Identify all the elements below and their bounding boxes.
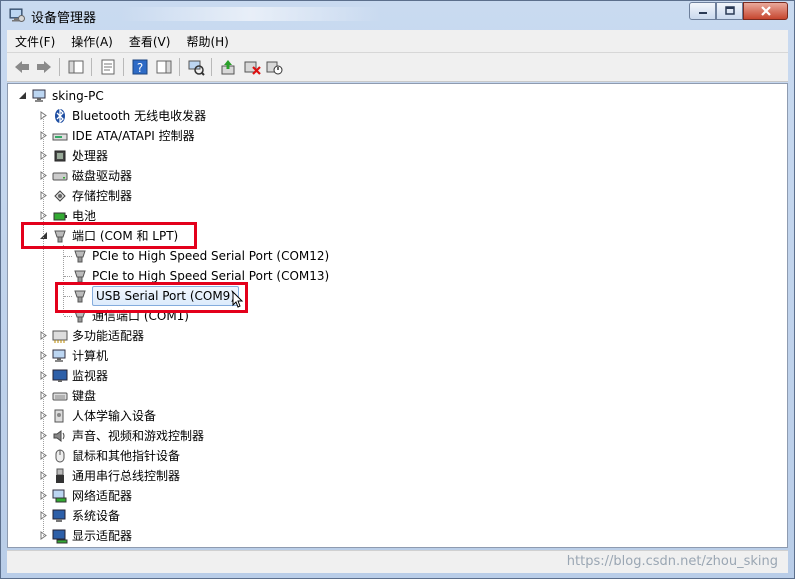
tree-connector-line bbox=[64, 316, 72, 318]
network-adapter-icon bbox=[52, 489, 67, 503]
processor-icon bbox=[54, 150, 66, 162]
window-title: 设备管理器 bbox=[31, 11, 97, 26]
tree-node-label: 磁盘驱动器 bbox=[72, 169, 133, 183]
menu-help[interactable]: 帮助(H) bbox=[178, 33, 236, 50]
tree-category[interactable]: 声音、视频和游戏控制器 bbox=[52, 427, 204, 445]
tree-node-label: 鼠标和其他指针设备 bbox=[72, 449, 181, 463]
tree-node-label: 声音、视频和游戏控制器 bbox=[72, 429, 205, 443]
tree-root-computer[interactable]: sking-PC bbox=[32, 87, 104, 105]
tree-node-label: 多功能适配器 bbox=[72, 329, 145, 343]
tree-category[interactable]: 系统设备 bbox=[52, 507, 120, 525]
device-manager-window: 设备管理器 文件(F) 操作(A) 查看(V) 帮助(H) ? sking-PC… bbox=[0, 0, 795, 579]
highlight-box-usb-serial-port bbox=[55, 282, 248, 313]
toolbar: ? bbox=[7, 53, 788, 82]
tree-connector-line bbox=[64, 276, 72, 278]
tree-category[interactable]: 键盘 bbox=[52, 387, 96, 405]
system-device-icon bbox=[52, 509, 66, 522]
tree-node-label: 系统设备 bbox=[72, 509, 121, 523]
toolbar-separator bbox=[211, 58, 212, 76]
sound-icon bbox=[53, 430, 65, 442]
scan-hardware-icon[interactable] bbox=[187, 58, 205, 76]
port-icon bbox=[74, 250, 86, 263]
tree-device[interactable]: PCIe to High Speed Serial Port (COM12) bbox=[72, 247, 329, 265]
tree-node-label: 键盘 bbox=[72, 389, 97, 403]
tree-node-label: 人体学输入设备 bbox=[72, 409, 157, 423]
usb-controller-icon bbox=[56, 468, 64, 483]
menu-file[interactable]: 文件(F) bbox=[7, 33, 63, 50]
tree-category[interactable]: 通用串行总线控制器 bbox=[52, 467, 180, 485]
back-arrow-icon[interactable] bbox=[13, 58, 31, 76]
show-hide-console-tree-icon[interactable] bbox=[67, 58, 85, 76]
blurred-title-region bbox=[121, 7, 381, 21]
tree-category[interactable]: 计算机 bbox=[52, 347, 108, 365]
tree-category[interactable]: IDE ATA/ATAPI 控制器 bbox=[52, 127, 195, 145]
maximize-icon bbox=[724, 6, 735, 15]
disk-drive-icon bbox=[52, 172, 68, 181]
action-pane-icon[interactable] bbox=[155, 58, 173, 76]
update-driver-icon[interactable] bbox=[219, 58, 237, 76]
highlight-box-ports-category bbox=[21, 222, 197, 249]
close-button[interactable] bbox=[743, 2, 788, 20]
device-tree-pane[interactable]: sking-PC Bluetooth 无线电收发器 IDE ATA/ATAPI 控制… bbox=[7, 83, 788, 548]
tree-node-label: PCIe to High Speed Serial Port (COM12) bbox=[92, 249, 330, 263]
tree-connector-line bbox=[64, 256, 72, 258]
toolbar-separator bbox=[59, 58, 60, 76]
tree-category[interactable]: 显示适配器 bbox=[52, 527, 132, 545]
bluetooth-icon bbox=[55, 108, 65, 124]
storage-controller-icon bbox=[54, 190, 66, 202]
tree-node-label: IDE ATA/ATAPI 控制器 bbox=[72, 129, 195, 143]
tree-category[interactable]: 磁盘驱动器 bbox=[52, 167, 132, 185]
menu-view[interactable]: 查看(V) bbox=[121, 33, 179, 50]
hid-icon bbox=[54, 409, 64, 423]
tree-node-label: 计算机 bbox=[72, 349, 109, 363]
watermark-text: https://blog.csdn.net/zhou_sking bbox=[566, 554, 778, 569]
tree-category[interactable]: 处理器 bbox=[52, 147, 108, 165]
mouse-icon bbox=[55, 449, 65, 463]
tree-category[interactable]: 鼠标和其他指针设备 bbox=[52, 447, 180, 465]
keyboard-icon bbox=[52, 392, 68, 401]
ide-controller-icon bbox=[52, 133, 68, 141]
tree-category[interactable]: Bluetooth 无线电收发器 bbox=[52, 107, 206, 125]
minimize-button[interactable] bbox=[689, 2, 716, 20]
mouse-cursor-icon bbox=[232, 291, 244, 308]
uninstall-device-icon[interactable] bbox=[243, 58, 261, 76]
display-adapter-icon bbox=[52, 529, 68, 544]
maximize-button[interactable] bbox=[716, 2, 743, 20]
tree-node-label: 处理器 bbox=[72, 149, 109, 163]
tree-connector-line bbox=[43, 116, 45, 536]
disable-device-icon[interactable] bbox=[265, 58, 283, 76]
tree-node-label: 存储控制器 bbox=[72, 189, 133, 203]
tree-node-label: 显示适配器 bbox=[72, 529, 133, 543]
toolbar-separator bbox=[91, 58, 92, 76]
tree-category[interactable]: 网络适配器 bbox=[52, 487, 132, 505]
tree-node-label: Bluetooth 无线电收发器 bbox=[72, 109, 207, 123]
title-bar[interactable]: 设备管理器 bbox=[1, 1, 794, 29]
caption-buttons bbox=[689, 2, 788, 21]
multifunction-adapter-icon bbox=[52, 330, 68, 343]
toolbar-separator bbox=[179, 58, 180, 76]
tree-node-label: 通用串行总线控制器 bbox=[72, 469, 181, 483]
collapse-arrow-icon[interactable] bbox=[18, 91, 27, 100]
close-icon bbox=[760, 6, 771, 16]
monitor-icon bbox=[52, 369, 68, 382]
computer-icon bbox=[32, 89, 46, 102]
help-icon[interactable]: ? bbox=[131, 58, 149, 76]
computer-icon bbox=[52, 349, 66, 362]
menu-action[interactable]: 操作(A) bbox=[63, 33, 121, 50]
tree-category[interactable]: 多功能适配器 bbox=[52, 327, 144, 345]
tree-node-label: 监视器 bbox=[72, 369, 109, 383]
tree-category[interactable]: 存储控制器 bbox=[52, 187, 132, 205]
status-bar: https://blog.csdn.net/zhou_sking bbox=[7, 550, 788, 573]
forward-arrow-icon[interactable] bbox=[35, 58, 53, 76]
menu-bar: 文件(F) 操作(A) 查看(V) 帮助(H) bbox=[7, 30, 788, 53]
device-manager-icon bbox=[9, 8, 25, 22]
toolbar-separator bbox=[123, 58, 124, 76]
tree-node-label: sking-PC bbox=[52, 89, 104, 103]
svg-text:?: ? bbox=[137, 61, 143, 75]
minimize-icon bbox=[698, 12, 707, 14]
tree-category[interactable]: 人体学输入设备 bbox=[52, 407, 156, 425]
properties-icon[interactable] bbox=[99, 58, 117, 76]
tree-category[interactable]: 监视器 bbox=[52, 367, 108, 385]
tree-node-label: 网络适配器 bbox=[72, 489, 133, 503]
